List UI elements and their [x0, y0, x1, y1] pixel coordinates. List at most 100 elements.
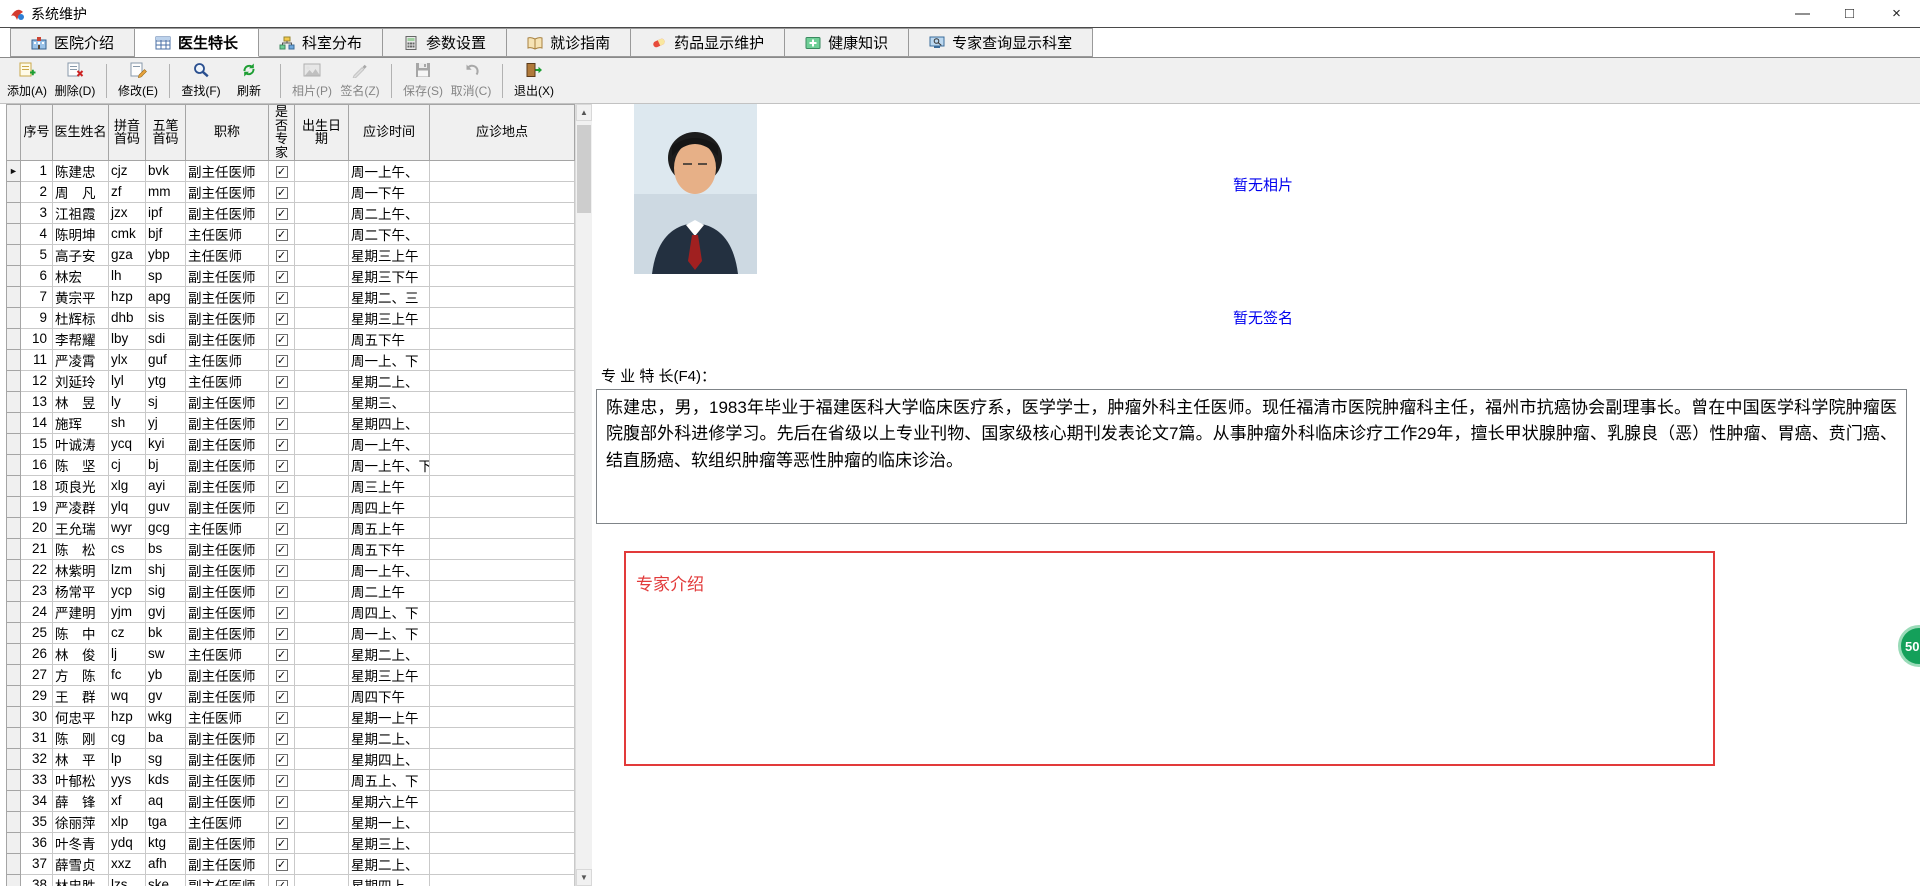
doctor-row[interactable]: 32 林 平 lp sg 副主任医师 ✓ 星期四上、 [6, 747, 575, 770]
doctor-row[interactable]: 33 叶郁松 yys kds 副主任医师 ✓ 周五上、下 [6, 768, 575, 791]
expert-checkbox[interactable]: ✓ [275, 858, 288, 871]
specialty-textarea[interactable]: 陈建忠，男，1983年毕业于福建医科大学临床医疗系，医学学士，肿瘤外科主任医师。… [596, 389, 1907, 524]
tab-drug-display[interactable]: 药品显示维护 [631, 28, 786, 57]
floating-side-badge[interactable]: 50 [1898, 625, 1920, 667]
expert-checkbox[interactable]: ✓ [275, 249, 288, 262]
tab-expert-query-dept[interactable]: 专家查询显示科室 [909, 28, 1094, 57]
expert-checkbox[interactable]: ✓ [275, 774, 288, 787]
doctor-row[interactable]: 9 杜辉标 dhb sis 副主任医师 ✓ 星期三上午 [6, 306, 575, 329]
doctor-row[interactable]: 7 黄宗平 hzp apg 副主任医师 ✓ 星期二、三 [6, 285, 575, 308]
doctor-row[interactable]: 5 高子安 gza ybp 主任医师 ✓ 星期三上午 [6, 243, 575, 266]
tab-health-knowledge[interactable]: 健康知识 [785, 28, 910, 57]
expert-checkbox[interactable]: ✓ [275, 291, 288, 304]
tab-visit-guide[interactable]: 就诊指南 [507, 28, 632, 57]
doctor-row[interactable]: 37 薛雪贞 xxz afh 副主任医师 ✓ 星期二上、 [6, 852, 575, 875]
expert-checkbox[interactable]: ✓ [275, 627, 288, 640]
tab-doctor-specialty[interactable]: 医生特长 [135, 28, 260, 57]
expert-checkbox[interactable]: ✓ [275, 606, 288, 619]
expert-checkbox[interactable]: ✓ [275, 354, 288, 367]
doctor-row[interactable]: 38林忠胜lzsske副主任医师 ✓ 星期四上、 [6, 873, 575, 886]
doctor-row[interactable]: ► 1 陈建忠 cjz bvk 副主任医师 ✓ 周一上午、 [6, 159, 575, 182]
doctor-row[interactable]: 14 施珲 sh yj 副主任医师 ✓ 星期四上、 [6, 411, 575, 434]
doctor-row[interactable]: 35 徐丽萍 xlp tga 主任医师 ✓ 星期一上、 [6, 810, 575, 833]
cell-no: 36 [20, 831, 53, 854]
delete-button[interactable]: 删除(D) [52, 60, 98, 102]
doctor-row[interactable]: 30 何忠平 hzp wkg 主任医师 ✓ 星期一上午 [6, 705, 575, 728]
expert-checkbox[interactable]: ✓ [275, 564, 288, 577]
expert-checkbox[interactable]: ✓ [275, 648, 288, 661]
expert-checkbox[interactable]: ✓ [275, 711, 288, 724]
find-button[interactable]: 查找(F) [178, 60, 224, 102]
expert-checkbox[interactable]: ✓ [275, 417, 288, 430]
refresh-button[interactable]: 刷新 [226, 60, 272, 102]
expert-checkbox[interactable]: ✓ [275, 732, 288, 745]
doctor-row[interactable]: 2周 凡 zf mm 副主任医师 ✓ 周一下午 [6, 180, 575, 203]
doctor-row[interactable]: 31 陈 刚 cg ba 副主任医师 ✓ 星期二上、 [6, 726, 575, 749]
expert-checkbox[interactable]: ✓ [275, 438, 288, 451]
expert-checkbox[interactable]: ✓ [275, 837, 288, 850]
scroll-down-arrow-icon[interactable] [576, 869, 592, 886]
expert-checkbox[interactable]: ✓ [275, 396, 288, 409]
expert-checkbox[interactable]: ✓ [275, 186, 288, 199]
doctor-row[interactable]: 6 林宏 lh sp 副主任医师 ✓ 星期三下午 [6, 264, 575, 287]
expert-checkbox[interactable]: ✓ [275, 753, 288, 766]
doctor-row[interactable]: 11 严凌霄 ylx guf 主任医师 ✓ 周一上、下 [6, 348, 575, 371]
scroll-up-arrow-icon[interactable] [576, 104, 592, 121]
expert-checkbox[interactable]: ✓ [275, 333, 288, 346]
expert-checkbox[interactable]: ✓ [275, 459, 288, 472]
doctor-row[interactable]: 29 王 群 wq gv 副主任医师 ✓ 周四下午 [6, 684, 575, 707]
no-signature-link[interactable]: 暂无签名 [1233, 307, 1293, 328]
edit-button[interactable]: 修改(E) [115, 60, 161, 102]
scrollbar-thumb[interactable] [577, 125, 591, 213]
minimize-button[interactable]: — [1779, 0, 1826, 27]
expert-checkbox[interactable]: ✓ [275, 312, 288, 325]
doctor-row[interactable]: 21 陈 松 cs bs 副主任医师 ✓ 周五下午 [6, 537, 575, 560]
doctor-row[interactable]: 23 杨常平 ycp sig 副主任医师 ✓ 周二上午 [6, 579, 575, 602]
doctor-row[interactable]: 19 严凌群 ylq guv 副主任医师 ✓ 周四上午 [6, 495, 575, 518]
tab-hospital-intro[interactable]: 医院介绍 [10, 28, 136, 57]
expert-checkbox[interactable]: ✓ [275, 375, 288, 388]
maximize-button[interactable]: □ [1826, 0, 1873, 27]
tab-param-settings[interactable]: 参数设置 [383, 28, 508, 57]
doctor-row[interactable]: 18 项良光 xlg ayi 副主任医师 ✓ 周三上午 [6, 474, 575, 497]
cell-name: 陈建忠 [52, 159, 109, 182]
expert-checkbox[interactable]: ✓ [275, 522, 288, 535]
cell-birthdate [294, 432, 349, 455]
expert-checkbox[interactable]: ✓ [275, 228, 288, 241]
expert-intro-box[interactable]: 专家介绍 [624, 551, 1715, 766]
doctor-row[interactable]: 4 陈明坤 cmk bjf 主任医师 ✓ 周二下午、 [6, 222, 575, 245]
doctor-row[interactable]: 34 薛 锋 xf aq 副主任医师 ✓ 星期六上午 [6, 789, 575, 812]
expert-checkbox[interactable]: ✓ [275, 165, 288, 178]
expert-checkbox[interactable]: ✓ [275, 501, 288, 514]
tab-dept-distribution[interactable]: 科室分布 [259, 28, 384, 57]
expert-checkbox[interactable]: ✓ [275, 480, 288, 493]
no-photo-link[interactable]: 暂无相片 [1233, 174, 1293, 195]
expert-checkbox[interactable]: ✓ [275, 879, 288, 886]
expert-checkbox[interactable]: ✓ [275, 270, 288, 283]
doctor-row[interactable]: 15 叶诚涛 ycq kyi 副主任医师 ✓ 周一上午、 [6, 432, 575, 455]
cell-name: 黄宗平 [52, 285, 109, 308]
table-scrollbar[interactable] [575, 104, 592, 886]
doctor-row[interactable]: 10 李帮耀 lby sdi 副主任医师 ✓ 周五下午 [6, 327, 575, 350]
doctor-row[interactable]: 16陈 坚cjbj副主任医师 ✓ 周一上午、下午 [6, 453, 575, 476]
expert-checkbox[interactable]: ✓ [275, 795, 288, 808]
close-button[interactable]: × [1873, 0, 1920, 27]
expert-checkbox[interactable]: ✓ [275, 690, 288, 703]
doctor-row[interactable]: 22 林紫明 lzm shj 副主任医师 ✓ 周一上午、 [6, 558, 575, 581]
doctor-row[interactable]: 27 方 陈 fc yb 副主任医师 ✓ 星期三上午 [6, 663, 575, 686]
expert-checkbox[interactable]: ✓ [275, 816, 288, 829]
exit-button[interactable]: 退出(X) [511, 60, 557, 102]
expert-checkbox[interactable]: ✓ [275, 543, 288, 556]
expert-checkbox[interactable]: ✓ [275, 585, 288, 598]
expert-checkbox[interactable]: ✓ [275, 207, 288, 220]
doctor-row[interactable]: 36 叶冬青 ydq ktg 副主任医师 ✓ 星期三上、 [6, 831, 575, 854]
doctor-row[interactable]: 12 刘延玲 lyl ytg 主任医师 ✓ 星期二上、 [6, 369, 575, 392]
doctor-row[interactable]: 25 陈 中 cz bk 副主任医师 ✓ 周一上、下 [6, 621, 575, 644]
doctor-row[interactable]: 3 江祖霞 jzx ipf 副主任医师 ✓ 周二上午、 [6, 201, 575, 224]
add-button[interactable]: 添加(A) [4, 60, 50, 102]
doctor-row[interactable]: 13 林 昱 ly sj 副主任医师 ✓ 星期三、 [6, 390, 575, 413]
doctor-row[interactable]: 26 林 俊 lj sw 主任医师 ✓ 星期二上、 [6, 642, 575, 665]
doctor-row[interactable]: 20 王允瑞 wyr gcg 主任医师 ✓ 周五上午 [6, 516, 575, 539]
doctor-row[interactable]: 24 严建明 yjm gvj 副主任医师 ✓ 周四上、下 [6, 600, 575, 623]
expert-checkbox[interactable]: ✓ [275, 669, 288, 682]
